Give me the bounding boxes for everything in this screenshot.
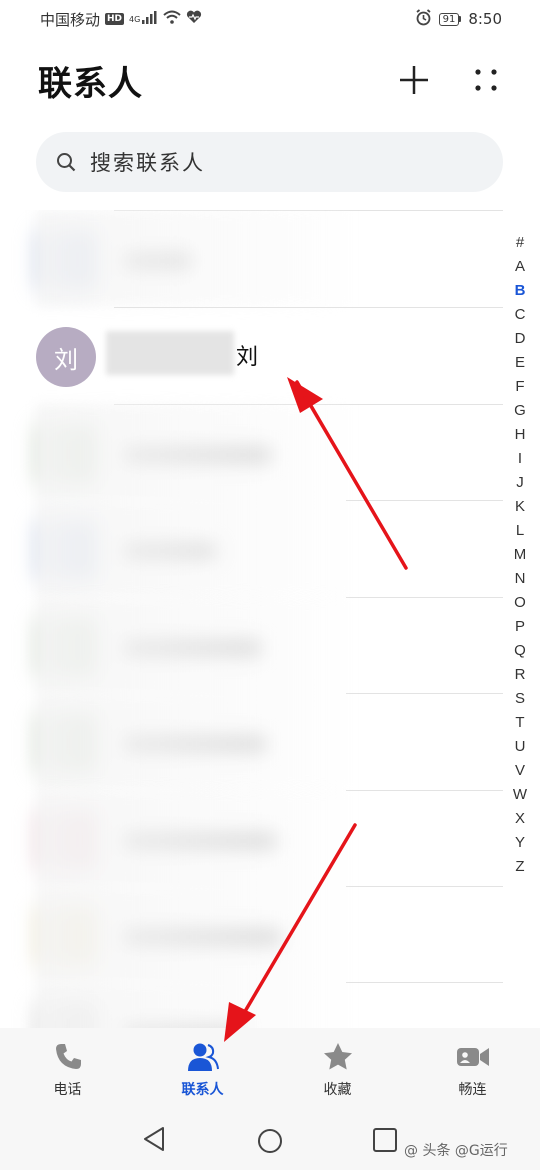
more-options-button[interactable] bbox=[466, 62, 506, 98]
list-item[interactable] bbox=[36, 790, 346, 886]
list-divider bbox=[346, 500, 503, 501]
video-call-icon bbox=[456, 1048, 489, 1066]
index-letter[interactable]: Q bbox=[514, 639, 526, 663]
list-divider bbox=[346, 886, 503, 887]
index-letter[interactable]: Y bbox=[515, 831, 525, 855]
list-item[interactable] bbox=[36, 500, 346, 596]
star-icon bbox=[323, 1043, 352, 1070]
signal-icon bbox=[142, 10, 158, 28]
clock-time: 8:50 bbox=[468, 10, 502, 28]
tab-label: 畅连 bbox=[458, 1082, 487, 1098]
redacted-name bbox=[106, 331, 234, 375]
avatar: 刘 bbox=[36, 327, 96, 387]
home-button[interactable] bbox=[257, 1128, 283, 1158]
index-letter[interactable]: W bbox=[513, 783, 527, 807]
index-letter[interactable]: K bbox=[515, 495, 525, 519]
list-divider bbox=[346, 790, 503, 791]
index-letter[interactable]: L bbox=[516, 519, 524, 543]
wifi-icon bbox=[163, 10, 181, 28]
tab-contacts[interactable]: 联系人 bbox=[135, 1028, 270, 1104]
index-letter[interactable]: X bbox=[515, 807, 525, 831]
index-letter[interactable]: T bbox=[515, 711, 524, 735]
plus-icon bbox=[400, 66, 428, 94]
back-icon bbox=[144, 1127, 164, 1151]
list-item[interactable] bbox=[36, 886, 346, 982]
alphabet-index[interactable]: # A B C D E F G H I J K L M N O P Q R S T U V W X Y Z bbox=[508, 231, 532, 879]
index-letter[interactable]: D bbox=[515, 327, 526, 351]
battery-level: 91 bbox=[438, 12, 460, 26]
network-type-label: 4G bbox=[129, 14, 141, 24]
recent-apps-button[interactable] bbox=[373, 1128, 397, 1156]
index-letter[interactable]: F bbox=[515, 375, 524, 399]
tab-label: 收藏 bbox=[323, 1082, 352, 1098]
search-placeholder: 搜索联系人 bbox=[90, 151, 205, 175]
app-header: 联系人 bbox=[0, 46, 540, 116]
tab-label: 联系人 bbox=[181, 1082, 224, 1098]
list-divider bbox=[346, 693, 503, 694]
back-button[interactable] bbox=[142, 1126, 166, 1156]
list-item[interactable] bbox=[36, 597, 346, 693]
recent-apps-icon bbox=[373, 1128, 397, 1152]
tab-favorites[interactable]: 收藏 bbox=[270, 1028, 405, 1104]
contact-list[interactable]: 刘 刘 bbox=[0, 210, 505, 1028]
contact-row-featured[interactable]: 刘 刘 bbox=[0, 307, 505, 403]
index-letter[interactable]: E bbox=[515, 351, 525, 375]
index-letter[interactable]: H bbox=[515, 423, 526, 447]
system-nav-bar: @ 头条 @G运行 bbox=[0, 1104, 540, 1170]
battery-icon: 91 bbox=[438, 12, 462, 26]
page-title: 联系人 bbox=[38, 64, 143, 104]
list-item[interactable] bbox=[36, 404, 346, 500]
index-letter[interactable]: S bbox=[515, 687, 525, 711]
index-letter[interactable]: N bbox=[515, 567, 526, 591]
bottom-nav: 电话 联系人 收藏 畅连 bbox=[0, 1028, 540, 1104]
carrier-label: 中国移动 bbox=[40, 10, 101, 29]
tab-meetime[interactable]: 畅连 bbox=[405, 1028, 540, 1104]
index-letter[interactable]: J bbox=[516, 471, 524, 495]
list-divider bbox=[346, 597, 503, 598]
index-letter[interactable]: A bbox=[515, 255, 525, 279]
hd-badge: HD bbox=[105, 13, 125, 25]
list-divider bbox=[346, 982, 503, 983]
contact-name: 刘 bbox=[236, 345, 259, 370]
index-letter[interactable]: R bbox=[515, 663, 526, 687]
watermark: @ 头条 @G运行 bbox=[404, 1143, 508, 1159]
list-item[interactable] bbox=[36, 210, 346, 306]
search-input[interactable]: 搜索联系人 bbox=[36, 132, 503, 192]
alarm-icon bbox=[415, 8, 432, 30]
index-letter[interactable]: G bbox=[514, 399, 526, 423]
status-right: 91 8:50 bbox=[415, 8, 502, 30]
contacts-icon bbox=[187, 1043, 219, 1071]
index-letter[interactable]: B bbox=[515, 279, 526, 303]
phone-icon bbox=[55, 1044, 81, 1069]
tab-phone[interactable]: 电话 bbox=[0, 1028, 135, 1104]
add-contact-button[interactable] bbox=[394, 62, 434, 98]
list-item[interactable] bbox=[36, 982, 346, 1028]
tab-label: 电话 bbox=[53, 1082, 82, 1098]
index-letter[interactable]: V bbox=[515, 759, 525, 783]
index-letter[interactable]: M bbox=[514, 543, 527, 567]
index-letter[interactable]: C bbox=[515, 303, 526, 327]
index-letter[interactable]: U bbox=[515, 735, 526, 759]
status-bar: 中国移动 HD 4G 91 8:50 bbox=[0, 0, 540, 38]
index-letter[interactable]: # bbox=[516, 231, 524, 255]
home-icon bbox=[258, 1129, 282, 1153]
index-letter[interactable]: Z bbox=[515, 855, 524, 879]
health-heart-icon bbox=[186, 10, 202, 28]
status-left: 中国移动 HD 4G bbox=[40, 9, 202, 30]
index-letter[interactable]: O bbox=[514, 591, 526, 615]
list-item[interactable] bbox=[36, 693, 346, 789]
more-dots-icon bbox=[475, 69, 497, 91]
index-letter[interactable]: I bbox=[518, 447, 522, 471]
index-letter[interactable]: P bbox=[515, 615, 525, 639]
search-icon bbox=[57, 153, 76, 172]
